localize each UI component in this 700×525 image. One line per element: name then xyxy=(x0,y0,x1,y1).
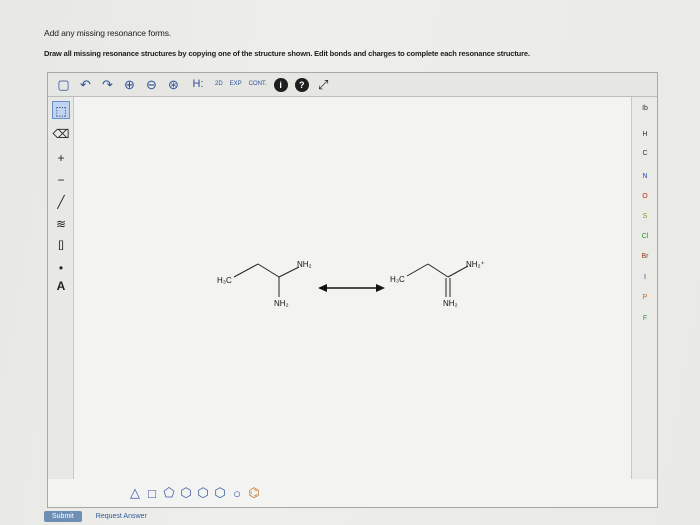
circle-ring-icon[interactable]: ○ xyxy=(230,486,244,501)
submit-button[interactable]: Submit xyxy=(44,511,82,522)
help-icon[interactable]: ? xyxy=(294,77,309,92)
left-bond-2 xyxy=(257,263,280,278)
zoom-out-icon[interactable]: ⊖ xyxy=(144,77,159,92)
heptagon-ring-icon[interactable]: ⬡ xyxy=(196,485,210,501)
top-toolbar: ▢ ↶ ↷ ⊕ ⊖ ⊛ H: 2D EXP CONT. i ? ⤢ xyxy=(48,73,657,97)
element-n-button[interactable]: N xyxy=(632,173,658,180)
periodic-table-icon[interactable]: Ib xyxy=(632,105,658,112)
drawing-canvas[interactable]: H₃C NH₂ NH₂ H₃C NH₂⁺ NH₂ xyxy=(74,97,631,479)
clean-2d-button[interactable]: 2D xyxy=(215,81,223,88)
right-bond-1 xyxy=(406,263,429,277)
structure-drawing: H₃C NH₂ NH₂ H₃C NH₂⁺ NH₂ xyxy=(217,260,485,308)
element-cl-button[interactable]: Cl xyxy=(632,233,658,240)
undo-icon[interactable]: ↶ xyxy=(78,77,93,92)
left-bottom-amine-label: NH₂ xyxy=(274,299,289,308)
right-bond-3 xyxy=(447,265,469,278)
element-i-button[interactable]: I xyxy=(632,274,658,281)
request-answer-link[interactable]: Request Answer xyxy=(96,513,147,520)
element-f-button[interactable]: F xyxy=(632,315,658,322)
redo-icon[interactable]: ↷ xyxy=(100,77,115,92)
fullscreen-icon[interactable]: ⤢ xyxy=(316,77,331,92)
minus-charge-icon[interactable]: − xyxy=(52,171,70,189)
left-methyl-label: H₃C xyxy=(217,276,232,285)
element-c-button[interactable]: C xyxy=(632,150,658,157)
sketcher-panel: ▢ ↶ ↷ ⊕ ⊖ ⊛ H: 2D EXP CONT. i ? ⤢ ⬚ ⌫ + … xyxy=(47,72,658,508)
triangle-ring-icon[interactable]: △ xyxy=(128,485,142,501)
square-ring-icon[interactable]: □ xyxy=(145,486,159,501)
erase-tool-icon[interactable]: ⌫ xyxy=(52,125,70,143)
right-methyl-label: H₃C xyxy=(390,275,405,284)
element-h-button[interactable]: H xyxy=(632,131,658,138)
bracket-tool-icon[interactable]: [] xyxy=(52,237,70,255)
info-icon[interactable]: i xyxy=(273,77,288,92)
bottom-shape-toolbar: △ □ ⬠ ⬡ ⬡ ⬡ ○ ⌬ xyxy=(74,479,631,507)
right-top-iminium-label: NH₂⁺ xyxy=(466,260,485,269)
left-bond-1 xyxy=(233,263,259,278)
instruction-detail: Draw all missing resonance structures by… xyxy=(44,49,530,58)
radical-icon[interactable]: • xyxy=(52,259,70,277)
resonance-arrow-left-head xyxy=(318,284,327,292)
element-br-button[interactable]: Br xyxy=(632,253,658,260)
left-bond-3 xyxy=(278,266,300,278)
multi-bond-icon[interactable]: ≋ xyxy=(52,215,70,233)
select-tool-icon[interactable]: ⬚ xyxy=(52,101,70,119)
atom-properties-icon[interactable]: A xyxy=(52,277,70,295)
instruction-title: Add any missing resonance forms. xyxy=(44,28,172,38)
pentagon-ring-icon[interactable]: ⬠ xyxy=(162,485,176,501)
plus-charge-icon[interactable]: + xyxy=(52,149,70,167)
contract-button[interactable]: CONT. xyxy=(249,81,267,88)
instructions: Add any missing resonance forms. Draw al… xyxy=(44,28,530,58)
hydrogen-toggle-button[interactable]: H: xyxy=(188,77,208,92)
single-bond-icon[interactable]: ╱ xyxy=(52,193,70,211)
new-doc-icon[interactable]: ▢ xyxy=(56,77,71,92)
element-o-button[interactable]: O xyxy=(632,193,658,200)
element-s-button[interactable]: S xyxy=(632,213,658,220)
expand-button[interactable]: EXP xyxy=(230,81,242,88)
left-toolbar: ⬚ ⌫ + − ╱ ≋ [] • A xyxy=(48,97,74,479)
right-bond-2 xyxy=(427,263,449,278)
left-top-amine-label: NH₂ xyxy=(297,260,312,269)
zoom-reset-icon[interactable]: ⊛ xyxy=(166,77,181,92)
resonance-arrow-right-head xyxy=(376,284,385,292)
zoom-in-icon[interactable]: ⊕ xyxy=(122,77,137,92)
element-p-button[interactable]: P xyxy=(632,294,658,301)
footer: Submit Request Answer xyxy=(44,511,147,522)
right-bottom-amine-label: NH₂ xyxy=(443,299,458,308)
hexagon-ring-icon[interactable]: ⬡ xyxy=(179,485,193,501)
periodic-toolbar: Ib H C N O S Cl Br I P F xyxy=(631,97,657,479)
octagon-ring-icon[interactable]: ⬡ xyxy=(213,485,227,501)
benzene-ring-icon[interactable]: ⌬ xyxy=(247,485,261,501)
